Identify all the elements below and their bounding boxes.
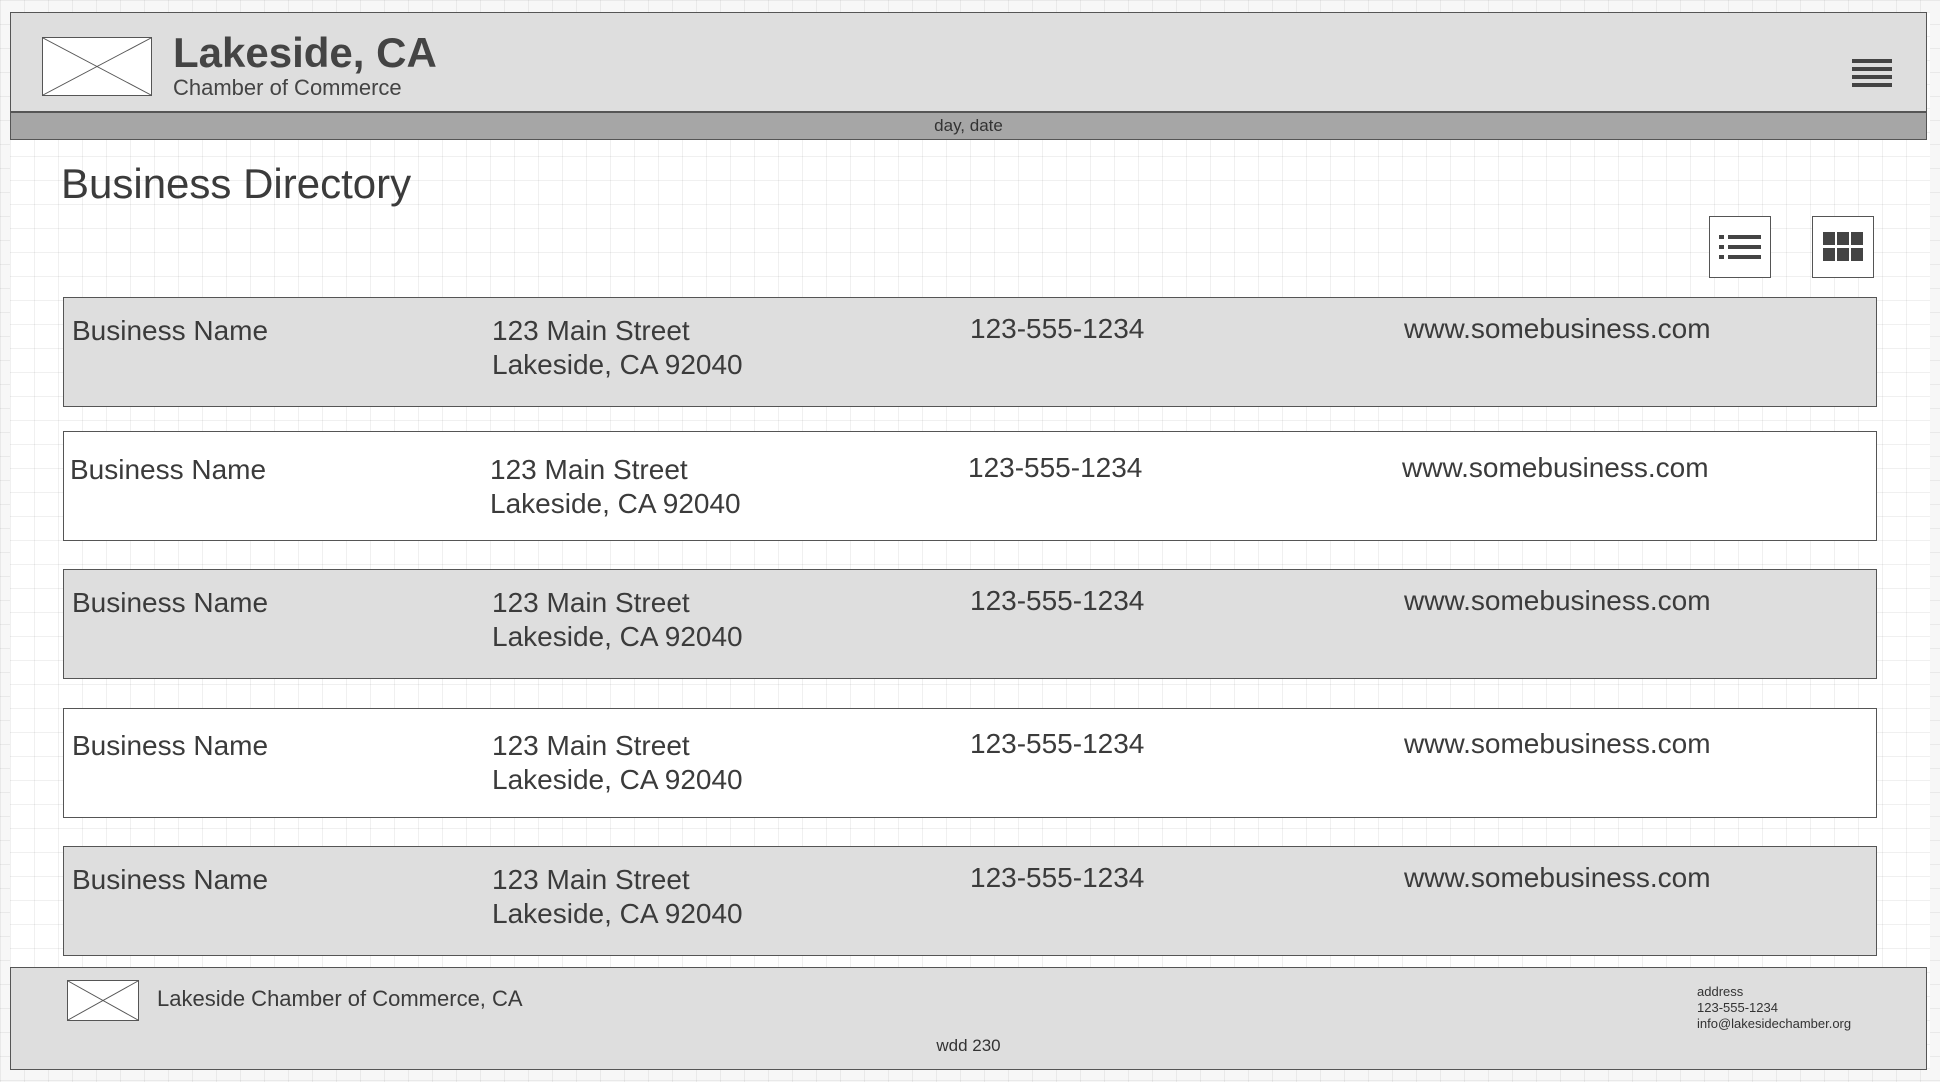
business-website-link[interactable]: www.somebusiness.com xyxy=(1404,312,1711,346)
business-phone: 123-555-1234 xyxy=(970,728,1145,759)
business-city: Lakeside, CA 92040 xyxy=(492,621,743,652)
business-row[interactable]: Business Name 123 Main Street Lakeside, … xyxy=(63,708,1877,818)
business-phone: 123-555-1234 xyxy=(970,313,1145,344)
site-subtitle: Chamber of Commerce xyxy=(173,75,402,100)
grid-view-icon xyxy=(1823,232,1863,261)
footer-organization-name: Lakeside Chamber of Commerce, CA xyxy=(157,986,523,1011)
business-row[interactable]: Business Name 123 Main Street Lakeside, … xyxy=(63,297,1877,407)
business-website-link[interactable]: www.somebusiness.com xyxy=(1404,727,1711,761)
business-address: 123 Main Street Lakeside, CA 92040 xyxy=(492,729,743,797)
business-website-link[interactable]: www.somebusiness.com xyxy=(1402,451,1709,485)
business-name: Business Name xyxy=(70,454,267,485)
business-city: Lakeside, CA 92040 xyxy=(492,349,743,380)
business-name: Business Name xyxy=(72,864,269,895)
business-street: 123 Main Street xyxy=(492,730,690,761)
business-website-link[interactable]: www.somebusiness.com xyxy=(1404,861,1711,895)
footer-contact-info: address 123-555-1234 info@lakesidechambe… xyxy=(1697,984,1851,1032)
business-name: Business Name xyxy=(72,587,269,618)
business-address: 123 Main Street Lakeside, CA 92040 xyxy=(490,453,741,521)
page-title: Business Directory xyxy=(61,160,412,207)
business-city: Lakeside, CA 92040 xyxy=(492,898,743,929)
business-address: 123 Main Street Lakeside, CA 92040 xyxy=(492,863,743,931)
list-view-icon xyxy=(1719,235,1761,259)
business-city: Lakeside, CA 92040 xyxy=(492,764,743,795)
business-row[interactable]: Business Name 123 Main Street Lakeside, … xyxy=(63,431,1877,541)
grid-view-button[interactable] xyxy=(1812,216,1874,278)
footer-course-code: wdd 230 xyxy=(936,1036,1001,1055)
business-name: Business Name xyxy=(72,315,269,346)
site-title: Lakeside, CA xyxy=(173,29,437,76)
business-website-link[interactable]: www.somebusiness.com xyxy=(1404,584,1711,618)
site-header: Lakeside, CA Chamber of Commerce xyxy=(10,12,1927,112)
site-footer: Lakeside Chamber of Commerce, CA wdd 230… xyxy=(10,967,1927,1070)
footer-phone: 123-555-1234 xyxy=(1697,1000,1778,1015)
footer-email-link[interactable]: info@lakesidechamber.org xyxy=(1697,1016,1851,1032)
business-row[interactable]: Business Name 123 Main Street Lakeside, … xyxy=(63,569,1877,679)
image-placeholder-icon xyxy=(42,37,152,96)
list-view-button[interactable] xyxy=(1709,216,1771,278)
business-street: 123 Main Street xyxy=(490,454,688,485)
business-phone: 123-555-1234 xyxy=(968,452,1143,483)
business-street: 123 Main Street xyxy=(492,315,690,346)
business-city: Lakeside, CA 92040 xyxy=(490,488,741,519)
business-street: 123 Main Street xyxy=(492,864,690,895)
footer-address: address xyxy=(1697,984,1744,999)
business-address: 123 Main Street Lakeside, CA 92040 xyxy=(492,586,743,654)
date-bar: day, date xyxy=(10,112,1927,140)
business-phone: 123-555-1234 xyxy=(970,585,1145,616)
business-phone: 123-555-1234 xyxy=(970,862,1145,893)
hamburger-menu-icon[interactable] xyxy=(1852,59,1892,93)
image-placeholder-icon xyxy=(67,980,139,1021)
business-row[interactable]: Business Name 123 Main Street Lakeside, … xyxy=(63,846,1877,956)
business-address: 123 Main Street Lakeside, CA 92040 xyxy=(492,314,743,382)
business-street: 123 Main Street xyxy=(492,587,690,618)
business-name: Business Name xyxy=(72,730,269,761)
